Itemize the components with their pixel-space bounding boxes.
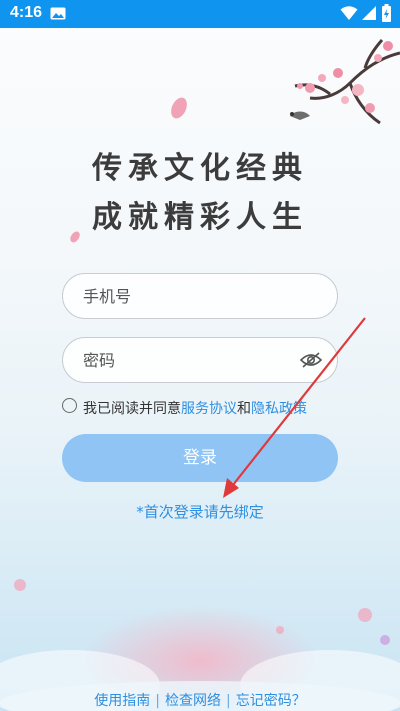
signal-icon [362,6,376,20]
footer-links: 使用指南 | 检查网络 | 忘记密码？ [0,690,400,710]
photo-icon [50,7,66,20]
red-arrow-annotation [223,317,366,498]
check-network-link[interactable]: 检查网络 [165,693,221,709]
status-time: 4:16 [10,4,43,21]
footer-separator: | [155,693,160,709]
footer-separator: | [226,693,231,709]
plum-blossom-branch-decor [290,39,400,125]
slogan-line-2: 成就精彩人生 [92,200,308,235]
bottom-scenery-decor [0,579,400,711]
status-bar: 4:16 [0,0,400,28]
battery-icon [382,4,391,22]
forgot-password-link[interactable]: 忘记密码？ [236,693,306,709]
wifi-icon [340,6,358,20]
first-login-bind-link[interactable]: *首次登录请先绑定 [0,501,400,522]
agreement-prefix: 我已阅读并同意 [83,401,181,417]
usage-guide-link[interactable]: 使用指南 [94,693,150,709]
slogan-line-1: 传承文化经典 [92,151,308,186]
petal-decor [171,97,187,119]
agreement-checkbox[interactable] [62,398,77,413]
